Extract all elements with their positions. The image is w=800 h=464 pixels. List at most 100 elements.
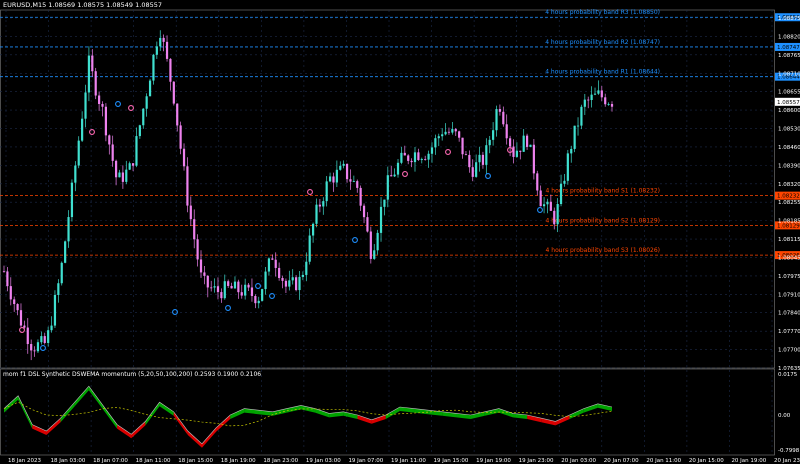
candle-body xyxy=(291,277,294,281)
candle-body xyxy=(40,336,43,343)
candle-body xyxy=(169,58,172,82)
candle-body xyxy=(26,327,29,345)
time-tick-label: 19 Jan 19:00 xyxy=(476,458,511,464)
signal-marker xyxy=(19,327,25,333)
momentum-fill-segment xyxy=(315,408,330,418)
candle-body xyxy=(573,125,576,149)
band-price-tag-label: 1.08232 xyxy=(777,194,800,200)
candle-body xyxy=(227,281,230,286)
candle-body xyxy=(267,258,271,272)
signal-marker xyxy=(307,189,313,195)
symbol-quote: EURUSD,M15 1.08569 1.08575 1.08549 1.085… xyxy=(3,1,162,9)
price-chart[interactable]: 4 hours probability band R3 (1.08850) 1.0… xyxy=(0,0,800,464)
candle-body xyxy=(566,153,569,181)
candle-body xyxy=(284,280,288,287)
momentum-fill-segment xyxy=(498,408,514,418)
candle-body xyxy=(427,153,430,160)
band-price-tag-label: 1.08747 xyxy=(777,45,800,51)
candle-body xyxy=(468,154,471,168)
candle-body xyxy=(488,139,491,146)
candle-body xyxy=(271,258,274,260)
candle-body xyxy=(60,262,63,284)
candle-body xyxy=(396,162,400,175)
candle-body xyxy=(376,232,379,251)
candle-body xyxy=(332,176,335,183)
candle-body xyxy=(223,281,226,299)
momentum-fill-segment xyxy=(343,411,358,419)
candle-body xyxy=(36,342,40,352)
candle-body xyxy=(447,131,451,133)
signal-marker xyxy=(352,237,358,243)
momentum-fill-segment xyxy=(4,395,19,413)
candle-body xyxy=(70,182,74,218)
signal-markers xyxy=(19,101,543,351)
momentum-fill-segment xyxy=(102,405,118,429)
candle-body xyxy=(410,160,413,163)
candle-body xyxy=(328,176,332,182)
candle-body xyxy=(210,287,213,289)
candle-body xyxy=(593,93,597,95)
candle-body xyxy=(162,37,165,42)
price-tick-label: 1.08655 xyxy=(778,90,800,96)
candle-body xyxy=(155,46,158,55)
price-tick-label: 1.08460 xyxy=(778,145,800,151)
candle-body xyxy=(441,134,444,137)
candle-body xyxy=(413,152,417,163)
candle-body xyxy=(417,152,420,161)
candle-body xyxy=(179,125,182,149)
time-tick-label: 18 Jan 23:00 xyxy=(263,458,298,464)
candle-body xyxy=(536,173,539,191)
candle-body xyxy=(176,103,179,126)
time-tick-label: 20 Jan 15:00 xyxy=(689,458,724,464)
candle-body xyxy=(13,299,16,305)
price-tick-label: 1.07840 xyxy=(778,311,800,317)
time-axis: 18 Jan 2023 18 Jan 03:00 18 Jan 07:00 18 Ja… xyxy=(8,458,800,464)
candle-body xyxy=(138,125,141,137)
candle-body xyxy=(590,94,593,101)
candle-body xyxy=(325,181,328,202)
candle-body xyxy=(529,144,532,147)
candle-body xyxy=(152,54,155,81)
candle-body xyxy=(135,136,138,166)
probability-band-label: 4 hours probability band R2 (1.08747) xyxy=(545,39,660,46)
candle-body xyxy=(50,325,53,331)
price-tick-label: 1.08255 xyxy=(778,200,800,206)
time-tick-label: 18 Jan 15:00 xyxy=(178,458,213,464)
momentum-fill-segment xyxy=(131,421,146,439)
candle-body xyxy=(356,181,359,188)
time-tick-label: 20 Jan 07:00 xyxy=(604,458,639,464)
momentum-fill-segment xyxy=(371,415,386,424)
candle-body xyxy=(345,163,349,180)
candle-body xyxy=(481,154,485,165)
signal-marker xyxy=(89,129,95,135)
momentum-panel xyxy=(3,385,613,448)
momentum-fill-segment xyxy=(159,402,174,416)
candle-body xyxy=(583,99,586,107)
candle-body xyxy=(563,180,566,184)
momentum-fill-segment xyxy=(187,431,202,448)
candle-body xyxy=(542,204,546,207)
candle-body xyxy=(464,154,468,156)
candlesticks xyxy=(2,30,614,361)
candle-body xyxy=(597,90,600,94)
candle-body xyxy=(600,90,603,98)
candle-body xyxy=(16,304,19,311)
candle-body xyxy=(498,109,502,112)
candle-body xyxy=(64,241,67,263)
signal-marker xyxy=(225,305,231,311)
signal-marker xyxy=(402,171,408,177)
candle-body xyxy=(478,154,481,163)
candle-body xyxy=(250,287,254,297)
candle-body xyxy=(118,172,121,178)
momentum-fill-segment xyxy=(145,402,160,426)
candle-body xyxy=(400,152,403,163)
candle-body xyxy=(237,281,240,293)
candle-body xyxy=(81,118,84,141)
candle-body xyxy=(420,159,423,161)
probability-band-label: 4 hours probability band S3 (1.08026) xyxy=(546,247,660,254)
candle-body xyxy=(570,148,573,154)
candle-body xyxy=(546,201,549,205)
candle-body xyxy=(553,210,556,225)
candle-body xyxy=(509,138,512,147)
momentum-tick-label: 0.0175 xyxy=(778,372,798,378)
